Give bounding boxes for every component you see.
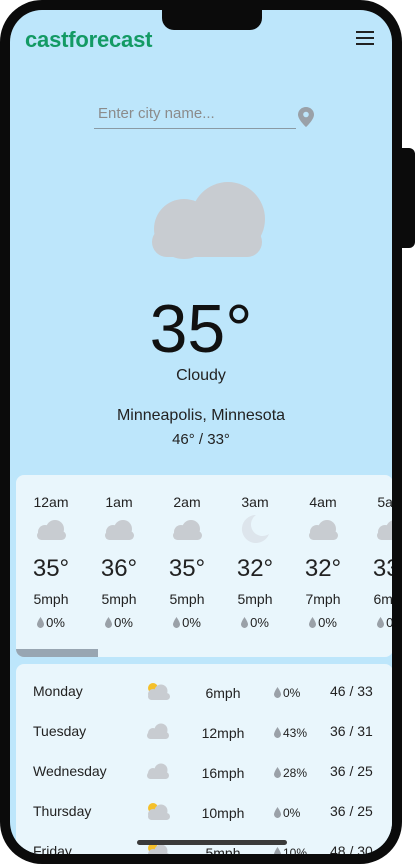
day-precip: 10% (274, 846, 307, 854)
side-button (400, 148, 415, 248)
cloud-icon (173, 520, 202, 540)
day-precip-value: 28% (283, 766, 308, 780)
current-hi-lo: 46° / 33° (172, 431, 230, 448)
hour-precip-value: 0% (182, 615, 201, 630)
cloud-icon (147, 723, 169, 739)
hour-temperature: 32° (304, 555, 342, 582)
daily-row[interactable]: Monday 6mph 0% 46 / 33 (16, 671, 392, 711)
raindrop-icon (274, 687, 281, 698)
hour-precip: 0% (21, 615, 81, 630)
day-wind: 12mph (201, 725, 245, 741)
hour-time: 3am (241, 494, 269, 510)
hour-time: 12am (33, 494, 69, 510)
day-precip-value: 0% (283, 806, 301, 820)
hourly-forecast-card[interactable]: 12am 35° 5mph 0% 1am 36° 5mph 0% 2am 35°… (16, 475, 392, 657)
hour-temperature: 35° (32, 555, 70, 582)
hour-temperature: 35° (168, 555, 206, 582)
daily-row[interactable]: Wednesday 16mph 28% 36 / 25 (16, 751, 392, 791)
raindrop-icon (274, 727, 281, 738)
hamburger-menu-icon[interactable] (356, 30, 376, 46)
raindrop-icon (105, 617, 113, 628)
raindrop-icon (274, 807, 281, 818)
hour-temperature: 36° (100, 555, 138, 582)
day-wind: 10mph (201, 805, 245, 821)
hour-time: 1am (105, 494, 133, 510)
hour-precip-value: 0% (250, 615, 269, 630)
hour-time: 4am (309, 494, 337, 510)
day-hi-lo: 36 / 31 (330, 723, 373, 739)
day-hi-lo: 36 / 25 (330, 803, 373, 819)
hour-precip: 0% (293, 615, 353, 630)
daily-row[interactable]: Thursday 10mph 0% 36 / 25 (16, 791, 392, 831)
raindrop-icon (241, 617, 249, 628)
current-condition: Cloudy (176, 367, 226, 384)
hour-precip-value: 0% (386, 615, 392, 630)
hour-precip: 0% (89, 615, 149, 630)
moon-icon (241, 514, 269, 543)
hour-time: 2am (173, 494, 201, 510)
day-name: Monday (33, 683, 83, 699)
partly-sunny-icon (148, 803, 170, 820)
day-name: Tuesday (33, 723, 87, 739)
daily-forecast-card[interactable]: Monday 6mph 0% 46 / 33 Tuesday 12mph 43%… (16, 664, 392, 854)
hour-precip-value: 0% (114, 615, 133, 630)
daily-row[interactable]: Tuesday 12mph 43% 36 / 31 (16, 711, 392, 751)
cloud-icon (309, 520, 338, 540)
day-precip: 43% (274, 726, 307, 740)
cloud-icon (152, 182, 265, 259)
hour-wind: 5mph (101, 591, 137, 607)
hour-wind: 7mph (305, 591, 341, 607)
day-name: Thursday (33, 803, 92, 819)
partly-sunny-icon (148, 683, 170, 700)
day-name: Friday (33, 843, 72, 854)
app-screen: castforecast 35° Cloudy Minneapolis, Min… (10, 10, 392, 854)
current-location: Minneapolis, Minnesota (116, 407, 286, 424)
hourly-scrollbar[interactable] (16, 649, 98, 657)
home-indicator[interactable] (137, 840, 287, 845)
app-logo[interactable]: castforecast (25, 27, 152, 53)
raindrop-icon (274, 767, 281, 778)
notch (162, 10, 262, 30)
day-precip: 0% (274, 806, 300, 820)
hour-precip: 0% (361, 615, 392, 630)
day-wind: 16mph (201, 765, 245, 781)
cloud-icon (105, 520, 134, 540)
day-precip: 28% (274, 766, 307, 780)
day-wind: 6mph (205, 685, 241, 701)
hour-precip-value: 0% (318, 615, 337, 630)
current-temperature: 35° (149, 291, 253, 367)
location-pin-icon[interactable] (298, 107, 314, 127)
day-precip-value: 10% (283, 846, 308, 854)
day-hi-lo: 46 / 33 (330, 683, 373, 699)
raindrop-icon (274, 847, 281, 854)
day-precip-value: 0% (283, 686, 301, 700)
day-precip-value: 43% (283, 726, 308, 740)
day-name: Wednesday (33, 763, 107, 779)
raindrop-icon (173, 617, 181, 628)
day-precip: 0% (274, 686, 300, 700)
cloud-icon (147, 763, 169, 779)
hour-time: 5am (377, 494, 392, 510)
hour-precip-value: 0% (46, 615, 65, 630)
raindrop-icon (37, 617, 45, 628)
raindrop-icon (309, 617, 317, 628)
day-wind: 5mph (205, 845, 241, 854)
hour-wind: 6mph (373, 591, 392, 607)
day-hi-lo: 48 / 30 (330, 843, 373, 854)
hour-temperature: 32° (236, 555, 274, 582)
hour-wind: 5mph (237, 591, 273, 607)
cloud-icon (37, 520, 66, 540)
hour-precip: 0% (157, 615, 217, 630)
hour-wind: 5mph (169, 591, 205, 607)
hour-wind: 5mph (33, 591, 69, 607)
hour-temperature: 33° (372, 555, 392, 582)
hour-precip: 0% (225, 615, 285, 630)
cloud-icon (377, 520, 392, 540)
day-hi-lo: 36 / 25 (330, 763, 373, 779)
raindrop-icon (377, 617, 385, 628)
city-search-input[interactable] (94, 98, 296, 129)
